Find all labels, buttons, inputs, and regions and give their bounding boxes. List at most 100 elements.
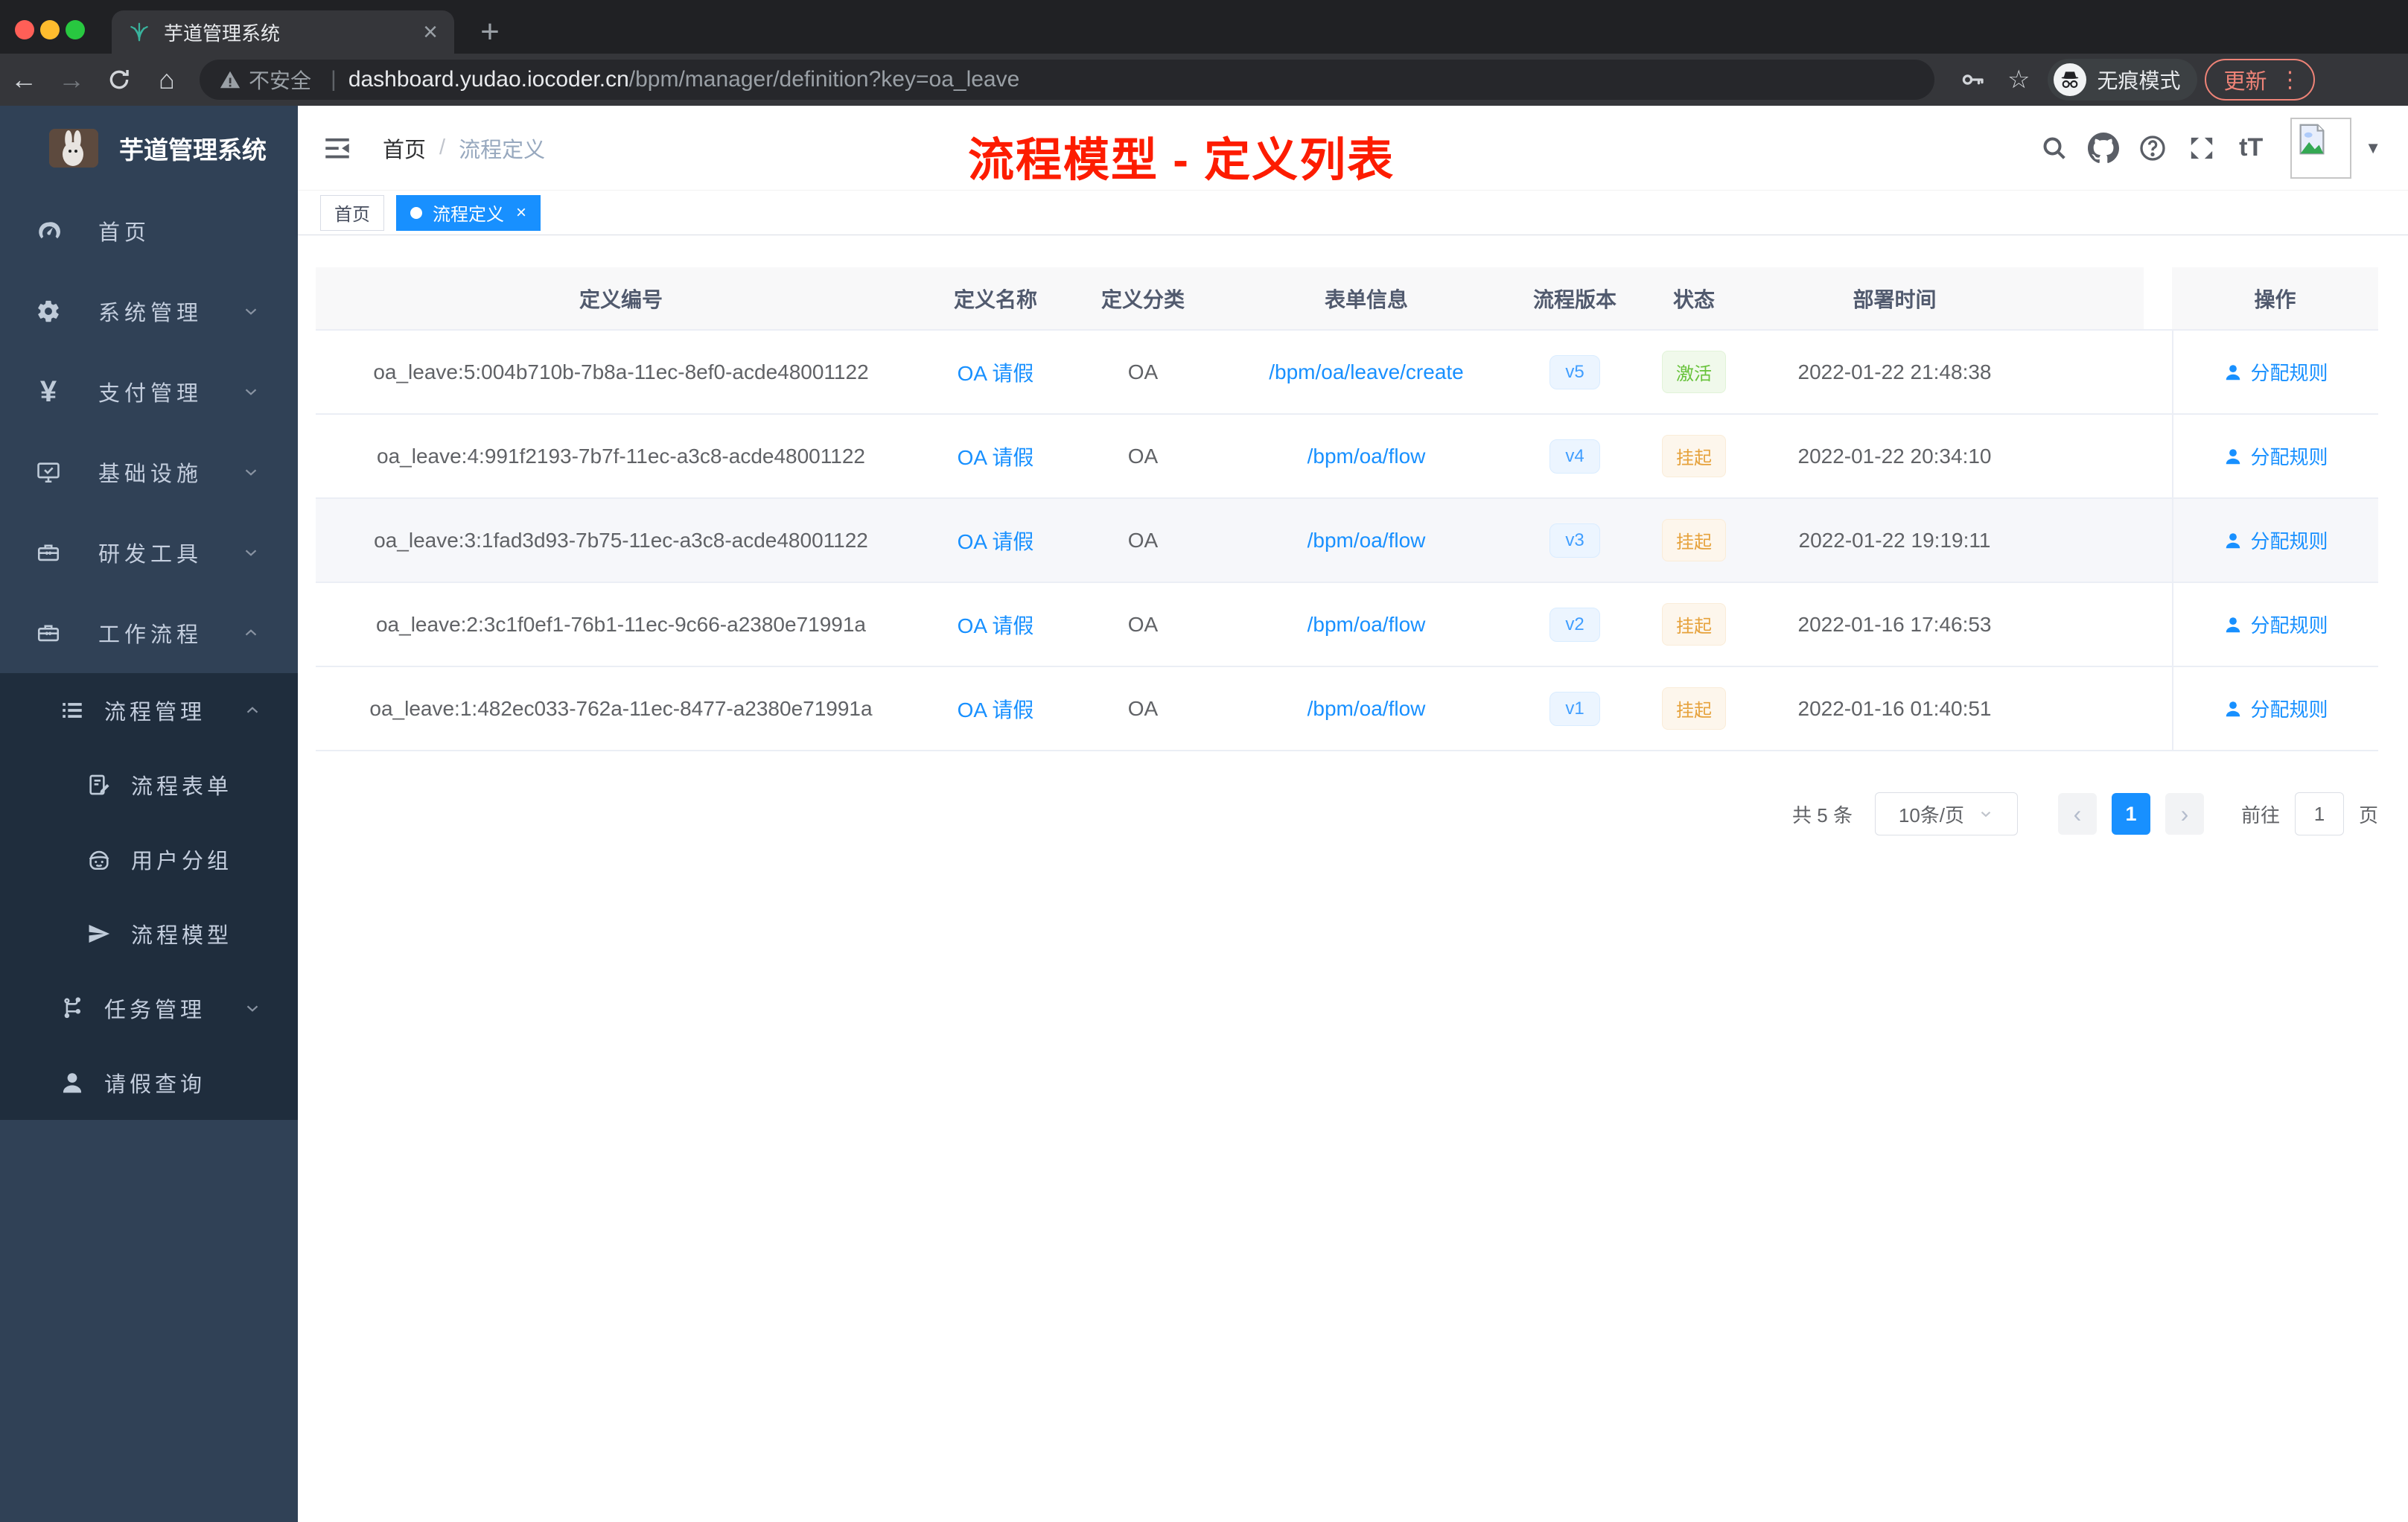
tab-close-icon[interactable]: ×: [423, 19, 438, 45]
avatar[interactable]: [2290, 117, 2352, 179]
form-link[interactable]: /bpm/oa/flow: [1307, 697, 1426, 721]
sidebar-item-user-group[interactable]: 用户分组: [0, 822, 298, 897]
paper-plane-icon: [89, 924, 110, 943]
sidebar-item-process-management[interactable]: 流程管理: [0, 673, 298, 748]
reload-icon[interactable]: [95, 67, 143, 92]
status-badge: 挂起: [1662, 519, 1726, 561]
breadcrumb: 首页 / 流程定义: [383, 133, 545, 164]
page-size-select[interactable]: 10条/页: [1874, 792, 2018, 835]
browser-tab[interactable]: 芋道管理系统 ×: [112, 10, 454, 54]
browser-menu-icon[interactable]: ⋮: [2279, 67, 2302, 93]
caret-down-icon[interactable]: ▼: [2365, 138, 2381, 158]
column-header: 定义名称: [926, 267, 1065, 329]
update-label[interactable]: 更新: [2224, 64, 2267, 95]
table-row: oa_leave:5:004b710b-7b8a-11ec-8ef0-acde4…: [316, 331, 2378, 415]
sidebar-item-leave-query[interactable]: 请假查询: [0, 1045, 298, 1120]
browser-update-button[interactable]: 更新 ⋮: [2204, 59, 2315, 101]
cell-deploy-time: 2022-01-16 01:40:51: [1797, 696, 1992, 720]
address-bar[interactable]: 不安全 | dashboard.yudao.iocoder.cn/bpm/man…: [200, 60, 1934, 100]
current-page-button[interactable]: 1: [2111, 793, 2150, 835]
sidebar-item-task-management[interactable]: 任务管理: [0, 971, 298, 1045]
status-badge: 挂起: [1662, 603, 1726, 646]
cell-definition-id: oa_leave:3:1fad3d93-7b75-11ec-a3c8-acde4…: [374, 528, 868, 552]
yen-icon: ¥: [39, 375, 57, 408]
incognito-badge: 无痕模式: [2048, 59, 2197, 101]
chevron-down-icon: [241, 462, 261, 482]
form-link[interactable]: /bpm/oa/flow: [1307, 529, 1426, 553]
definition-name-link[interactable]: OA 请假: [958, 526, 1034, 555]
tag-label: 流程定义: [433, 205, 504, 225]
next-page-button[interactable]: ›: [2165, 793, 2204, 835]
security-label[interactable]: 不安全: [249, 65, 311, 95]
window-close-button[interactable]: [15, 20, 34, 39]
font-size-icon[interactable]: tT: [2226, 133, 2275, 162]
cell-deploy-time: 2022-01-22 21:48:38: [1797, 360, 1992, 383]
tree-branch-icon: [64, 997, 81, 1019]
assign-rule-link[interactable]: 分配规则: [2223, 358, 2328, 386]
tag-process-definition[interactable]: 流程定义 ×: [396, 194, 541, 231]
assign-rule-link[interactable]: 分配规则: [2223, 442, 2328, 470]
broken-image-icon: [2299, 124, 2325, 154]
table-row: oa_leave:2:3c1f0ef1-76b1-11ec-9c66-a2380…: [316, 583, 2378, 667]
tag-home[interactable]: 首页: [320, 194, 384, 231]
sidebar-item-home[interactable]: 首页: [0, 191, 298, 271]
form-link[interactable]: /bpm/oa/leave/create: [1269, 360, 1464, 384]
column-header: 操作: [2172, 267, 2378, 329]
chevron-down-icon: [243, 999, 262, 1018]
back-icon[interactable]: ←: [0, 64, 48, 95]
browser-toolbar: ← → ⌂ 不安全 | dashboard.yudao.iocoder.cn/b…: [0, 54, 2408, 106]
assign-rule-link[interactable]: 分配规则: [2223, 526, 2328, 554]
assign-rule-link[interactable]: 分配规则: [2223, 611, 2328, 638]
window-minimize-button[interactable]: [40, 20, 60, 39]
sidebar-item-process-form[interactable]: 流程表单: [0, 748, 298, 822]
browser-tab-strip: 芋道管理系统 × +: [0, 0, 2408, 54]
cell-definition-id: oa_leave:2:3c1f0ef1-76b1-11ec-9c66-a2380…: [375, 612, 866, 636]
cell-category: OA: [1127, 444, 1159, 468]
column-header: 流程版本: [1512, 267, 1638, 329]
list-icon: [63, 703, 82, 718]
fullscreen-icon[interactable]: [2177, 133, 2226, 163]
sidebar-item-process-model[interactable]: 流程模型: [0, 897, 298, 971]
tag-close-icon[interactable]: ×: [516, 203, 526, 223]
form-link[interactable]: /bpm/oa/flow: [1307, 613, 1426, 637]
sidebar-item-workflow[interactable]: 工作流程: [0, 593, 298, 673]
forward-icon[interactable]: →: [48, 64, 95, 95]
table-row: oa_leave:3:1fad3d93-7b75-11ec-a3c8-acde4…: [316, 499, 2378, 583]
incognito-label: 无痕模式: [2097, 69, 2181, 92]
sidebar-item-infrastructure[interactable]: 基础设施: [0, 432, 298, 512]
form-link[interactable]: /bpm/oa/flow: [1307, 445, 1426, 468]
github-icon[interactable]: [2079, 132, 2128, 164]
definition-name-link[interactable]: OA 请假: [958, 357, 1034, 387]
version-badge: v4: [1549, 439, 1600, 474]
definition-name-link[interactable]: OA 请假: [958, 610, 1034, 640]
user-icon: [2226, 448, 2240, 464]
tags-view-bar: 首页 流程定义 ×: [298, 191, 2408, 235]
breadcrumb-home[interactable]: 首页: [383, 133, 426, 164]
status-badge: 激活: [1662, 351, 1726, 393]
window-zoom-button[interactable]: [66, 20, 85, 39]
search-icon[interactable]: [2030, 133, 2079, 163]
prev-page-button[interactable]: ‹: [2057, 793, 2097, 835]
sidebar-item-system[interactable]: 系统管理: [0, 271, 298, 351]
logo-avatar: [49, 129, 98, 168]
header-gutter: [2144, 267, 2172, 329]
chevron-down-icon: [241, 302, 261, 321]
sidebar-item-payment[interactable]: ¥ 支付管理: [0, 351, 298, 432]
bookmark-star-icon[interactable]: ☆: [2007, 65, 2030, 95]
version-badge: v2: [1549, 607, 1600, 642]
url-path: /bpm/manager/definition?key=oa_leave: [628, 67, 1020, 92]
user-icon: [2226, 364, 2240, 380]
assign-rule-link[interactable]: 分配规则: [2223, 695, 2328, 722]
goto-page-input[interactable]: [2294, 792, 2344, 835]
hamburger-icon[interactable]: [322, 133, 353, 164]
table-row: oa_leave:1:482ec033-762a-11ec-8477-a2380…: [316, 667, 2378, 751]
help-icon[interactable]: [2128, 133, 2177, 163]
cell-category: OA: [1127, 360, 1159, 383]
new-tab-button[interactable]: +: [474, 10, 506, 54]
briefcase-icon: [37, 625, 60, 642]
home-icon[interactable]: ⌂: [143, 64, 191, 95]
definition-name-link[interactable]: OA 请假: [958, 442, 1034, 471]
sidebar-item-dev-tools[interactable]: 研发工具: [0, 512, 298, 593]
definition-name-link[interactable]: OA 请假: [958, 694, 1034, 724]
password-key-icon[interactable]: [1960, 66, 1987, 93]
